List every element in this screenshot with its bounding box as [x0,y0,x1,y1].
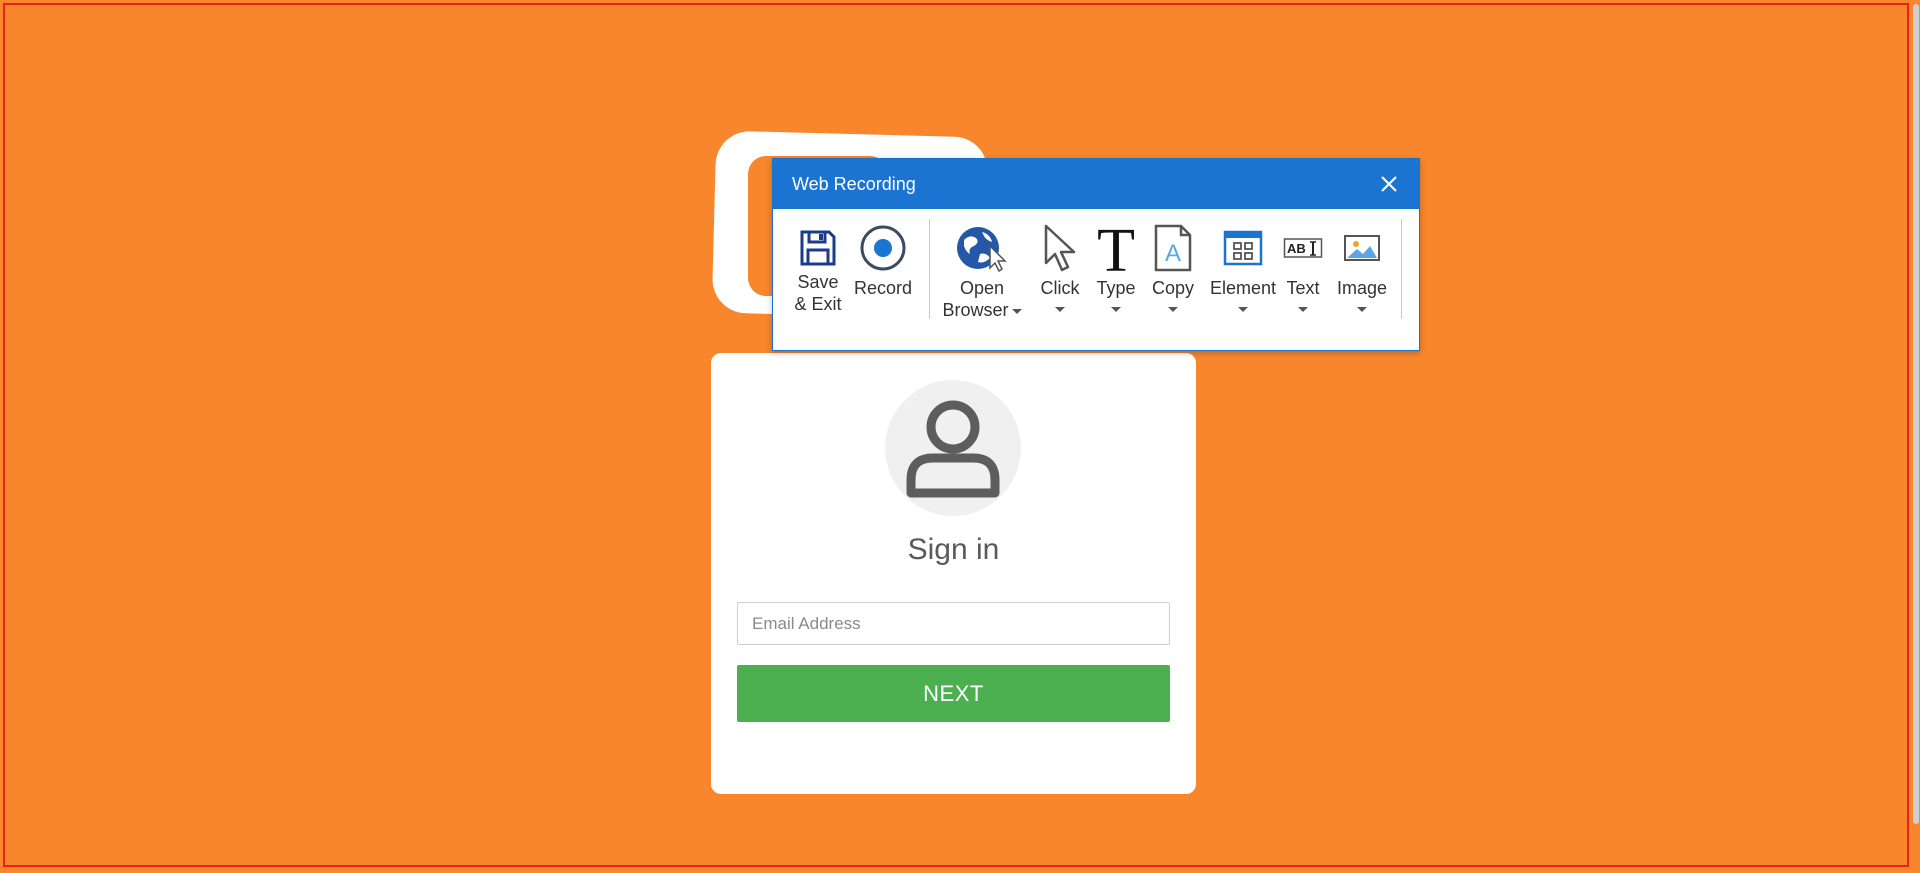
chevron-down-icon [1168,307,1178,312]
close-icon[interactable] [1377,172,1401,196]
save-icon [800,230,836,266]
open-browser-label-line1: Open [959,278,1005,298]
email-field[interactable] [737,602,1170,645]
window-titlebar[interactable]: Web Recording [773,159,1419,209]
element-icon [1223,230,1263,266]
record-label: Record [853,278,913,298]
open-browser-button[interactable]: Open Browser [939,219,1025,337]
scrollbar-thumb[interactable] [1913,4,1919,824]
record-icon [860,225,906,271]
chevron-down-icon [1357,307,1367,312]
image-icon [1344,235,1380,261]
open-browser-icon [957,227,1007,272]
scrollbar[interactable] [1911,0,1920,873]
save-label-line2: & Exit [794,294,842,314]
toolbar-separator [1401,219,1402,319]
toolbar-separator [929,219,930,319]
chevron-down-icon [1298,307,1308,312]
toolbar: Save & Exit Record Open Browser Click T … [773,209,1419,350]
text-icon: AB [1283,238,1323,258]
chevron-down-icon [1111,307,1121,312]
web-recording-window: Web Recording Save & Exit Record Open Br… [772,158,1420,351]
svg-text:T: T [1097,221,1135,275]
image-label: Image [1336,278,1388,298]
text-label: Text [1286,278,1320,298]
type-icon: T [1097,221,1135,275]
save-label-line1: Save [797,272,839,292]
signin-title: Sign in [907,533,1000,566]
image-button[interactable]: Image [1330,219,1394,337]
record-button[interactable]: Record [853,219,913,337]
copy-button[interactable]: A Copy [1148,219,1198,337]
click-label: Click [1040,278,1080,298]
svg-text:A: A [1165,240,1181,267]
svg-text:AB: AB [1287,241,1306,256]
click-button[interactable]: Click [1035,219,1085,337]
type-button[interactable]: T Type [1091,219,1141,337]
window-title: Web Recording [792,173,916,194]
element-label: Element [1209,278,1277,298]
chevron-down-icon [1238,307,1248,312]
copy-label: Copy [1151,278,1195,298]
copy-icon: A [1154,224,1192,272]
next-button[interactable]: NEXT [737,665,1170,722]
element-button[interactable]: Element [1203,219,1283,337]
click-icon [1044,224,1076,272]
type-label: Type [1096,278,1136,298]
save-exit-button[interactable]: Save & Exit [793,219,843,337]
open-browser-label-line2: Browser [942,300,1009,320]
user-icon [885,380,1021,516]
text-button[interactable]: AB Text [1279,219,1327,337]
signin-card: Sign in NEXT [711,353,1196,794]
chevron-down-icon [1011,308,1022,314]
chevron-down-icon [1055,307,1065,312]
